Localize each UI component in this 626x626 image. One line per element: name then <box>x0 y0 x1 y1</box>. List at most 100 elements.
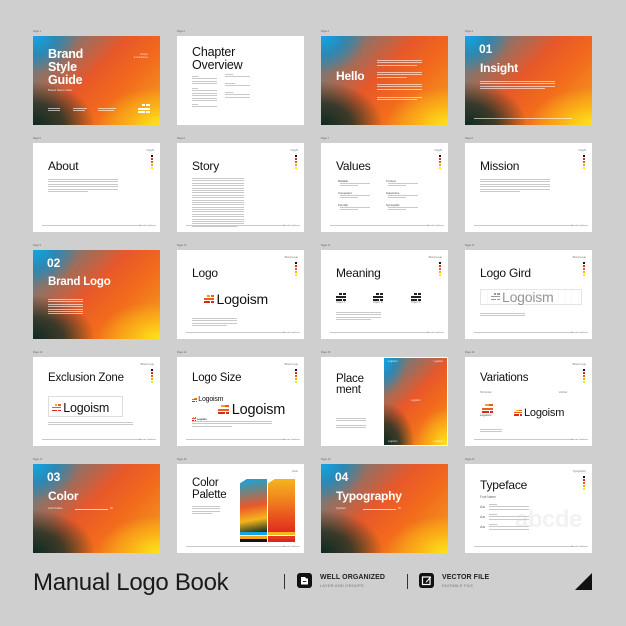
text-line <box>48 310 83 312</box>
color-dots <box>582 262 585 276</box>
page-thumbnail-1[interactable]: Brand Style Guide Brand Name Here Design & Gu… <box>33 36 160 125</box>
text-line <box>377 97 422 98</box>
page-label: Page 4 <box>465 30 473 33</box>
text-line <box>48 179 118 180</box>
text-line <box>480 188 550 190</box>
page-thumbnail-5[interactable]: About Insight Brand Guidelines <box>33 143 160 232</box>
text-block <box>192 178 244 228</box>
section-tag: Typography <box>572 470 586 473</box>
text-block <box>489 504 529 511</box>
text-line <box>480 88 545 90</box>
page-thumbnail-8[interactable]: Mission Insight Brand Guidelines <box>465 143 592 232</box>
logo-mark-icon <box>373 292 383 301</box>
text-block <box>225 92 250 99</box>
footer-tag: Brand Guidelines <box>571 546 588 548</box>
text-line <box>336 420 366 422</box>
text-line <box>377 88 422 90</box>
text-line <box>480 429 502 430</box>
text-line <box>192 88 198 89</box>
page-thumbnail-19[interactable]: 04 Typography Typeface 35 <box>321 464 448 553</box>
footer-divider <box>474 225 572 226</box>
color-dots <box>582 369 585 383</box>
logo-mark-icon <box>204 294 214 303</box>
page-title: Values <box>336 159 371 173</box>
text-line <box>388 207 418 208</box>
text-line <box>225 96 250 98</box>
text-line <box>48 190 88 192</box>
page-thumbnail-16[interactable]: Variations Horizontal Vertical Logoism Logoi… <box>465 357 592 446</box>
text-line <box>192 106 217 108</box>
text-line <box>377 72 422 73</box>
page-subtitle: Brand Name Here <box>48 88 73 92</box>
footer-tag: Brand Guidelines <box>427 332 444 334</box>
page-thumbnail-6[interactable]: Story Insight Brand Guidelines <box>177 143 304 232</box>
text-line <box>48 108 60 109</box>
footer-divider <box>42 439 140 440</box>
page-thumbnail-9[interactable]: 02 Brand Logo <box>33 250 160 339</box>
text-line <box>192 83 217 85</box>
text-line <box>192 197 244 199</box>
page-thumbnail-3[interactable]: Hello <box>321 36 448 125</box>
corner-triangle-icon <box>575 573 592 590</box>
text-line <box>192 194 244 196</box>
text-line <box>377 86 422 88</box>
text-line <box>489 516 529 518</box>
text-line <box>388 197 406 199</box>
page-title: Story <box>192 159 220 173</box>
page-thumbnail-4[interactable]: 01 Insight <box>465 36 592 125</box>
separator <box>284 574 286 589</box>
text-block <box>48 179 118 193</box>
separator <box>407 574 409 589</box>
page-thumbnail-14[interactable]: Logo Size Logoism Logoism Logoism Brand Logo… <box>177 357 304 446</box>
text-line <box>489 508 529 510</box>
text-line <box>48 303 83 305</box>
section-tag: Insight <box>578 149 586 152</box>
page-thumbnail-2[interactable]: Chapter Overview <box>177 36 304 125</box>
page-label: Page 14 <box>177 351 187 354</box>
color-dot <box>438 273 441 276</box>
page-thumbnail-11[interactable]: Meaning Object A Object B Object C Brand Log… <box>321 250 448 339</box>
text-line <box>377 64 417 66</box>
section-tag: Brand Logo <box>572 363 586 366</box>
text-line <box>489 504 497 505</box>
text-line <box>192 318 237 319</box>
font-sample: Aa <box>480 504 485 509</box>
text-line <box>192 423 272 425</box>
text-block <box>340 207 370 212</box>
text-line <box>192 508 220 510</box>
color-dot <box>294 380 297 383</box>
page-thumbnail-15[interactable]: Place ment Logoism Logoism Logoism Logoism Log… <box>321 357 448 446</box>
color-dot <box>582 166 585 169</box>
section-tag: Insight <box>434 149 442 152</box>
text-line <box>480 190 520 192</box>
page-thumbnail-18[interactable]: Color Palette Color Brand Guidelines <box>177 464 304 553</box>
section-tag: Brand Logo <box>572 256 586 259</box>
footer-tag: Brand Guidelines <box>283 332 300 334</box>
page-title: Color Palette <box>192 477 227 501</box>
variation-label: Horizontal <box>480 391 492 394</box>
section-number: 04 <box>335 470 349 484</box>
page-thumbnail-7[interactable]: Values Reliable Trusted Competent Supportive… <box>321 143 448 232</box>
page-thumbnail-17[interactable]: 03 Color Color Palette 30 <box>33 464 160 553</box>
section-tag: Brand Logo <box>284 256 298 259</box>
page-label: Page 12 <box>465 244 475 247</box>
page-thumbnail-13[interactable]: Exclusion Zone Logoism Brand Logo Brand Gui… <box>33 357 160 446</box>
text-line <box>192 421 272 422</box>
text-line <box>225 85 250 87</box>
page-label: Page 6 <box>177 137 185 140</box>
brand-logo: Logoism <box>491 288 554 306</box>
color-dots <box>150 369 153 383</box>
text-line <box>98 110 114 112</box>
page-title: Exclusion Zone <box>48 372 124 384</box>
text-line <box>336 316 381 318</box>
page-thumbnail-20[interactable]: abcde Typeface Font Name Aa Aa Aa Typography Br… <box>465 464 592 553</box>
text-line <box>377 60 422 61</box>
text-line <box>192 204 244 206</box>
footer-tag: Brand Guidelines <box>139 439 156 441</box>
page-thumbnail-10[interactable]: Logo Logoism Brand Logo Brand Guidelines <box>177 250 304 339</box>
top-right-line: & Guidelines <box>133 56 148 59</box>
page-thumbnail-12[interactable]: Logo Gird Logoism Brand Logo Brand Guidelin… <box>465 250 592 339</box>
text-block <box>377 60 422 67</box>
text-block <box>192 104 217 109</box>
section-tag: Brand Logo <box>428 256 442 259</box>
